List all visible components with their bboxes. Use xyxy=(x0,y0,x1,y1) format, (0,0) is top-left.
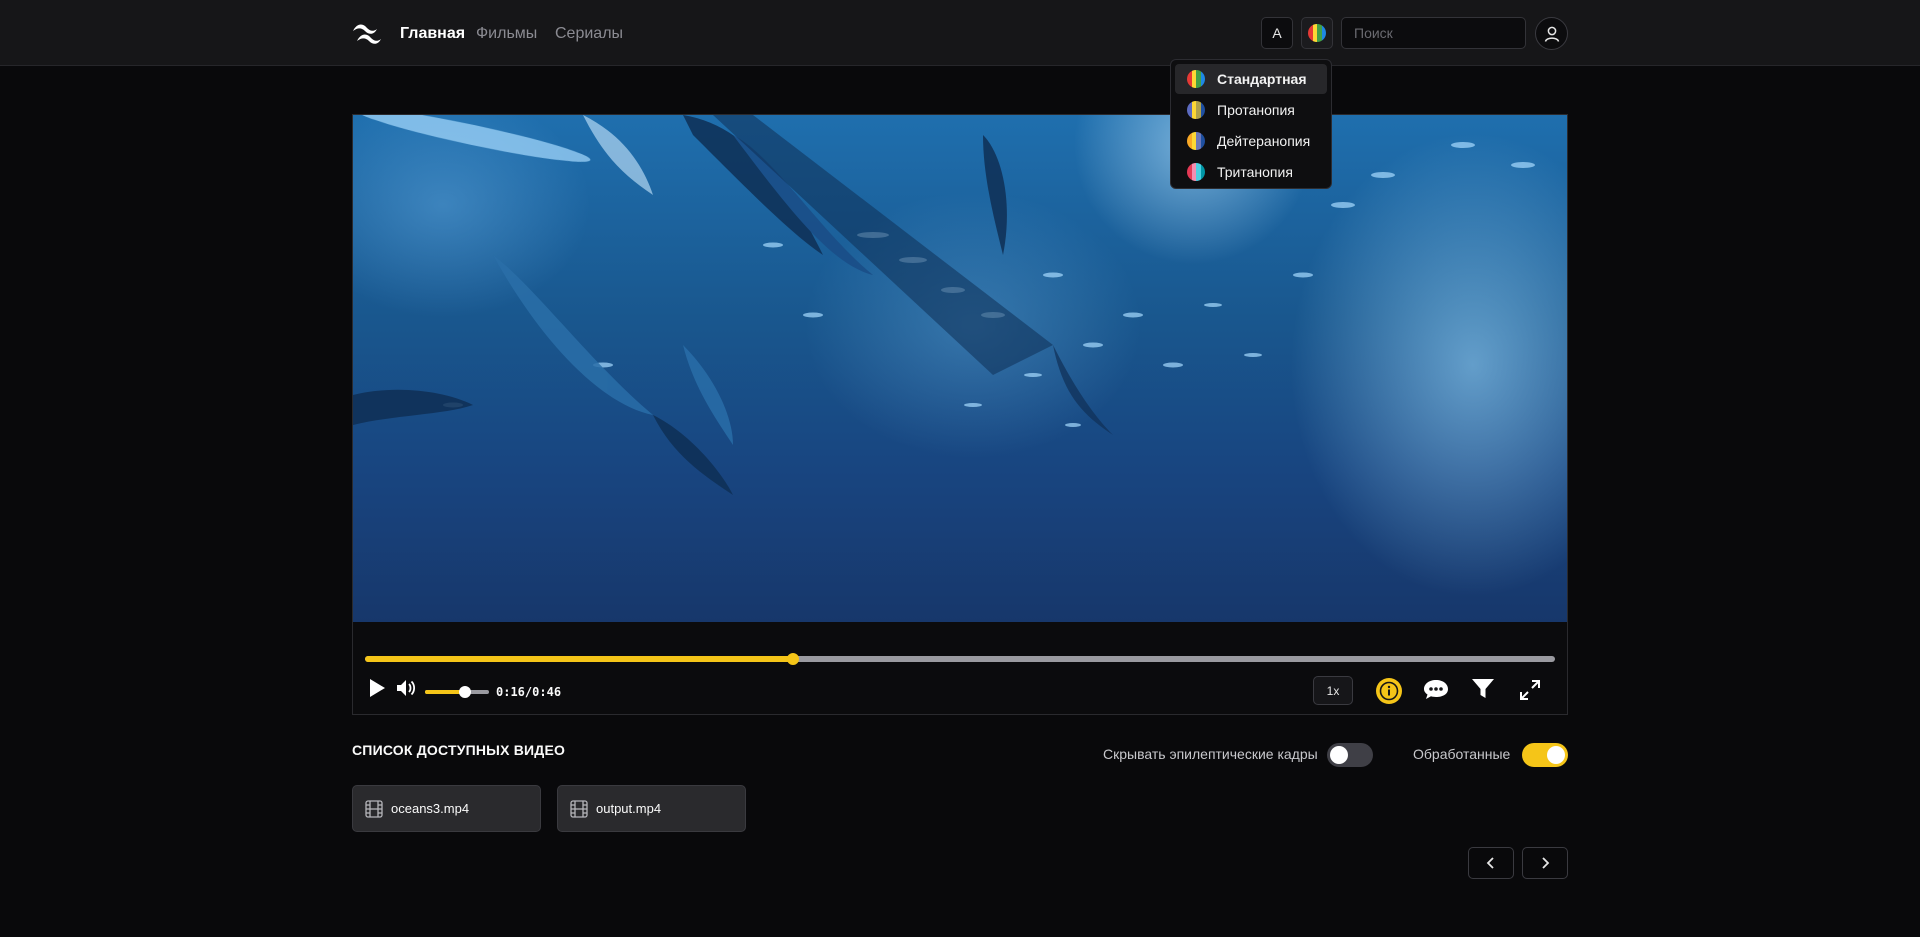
volume-icon[interactable] xyxy=(395,678,417,698)
volume-slider[interactable] xyxy=(425,686,489,698)
menu-item-label: Протанопия xyxy=(1217,102,1295,118)
info-icon[interactable] xyxy=(1375,677,1403,705)
swatch-tritanopia-icon xyxy=(1187,163,1205,181)
swatch-standard-icon xyxy=(1187,70,1205,88)
duration: 0:46 xyxy=(532,685,562,699)
playback-speed-button[interactable]: 1x xyxy=(1313,676,1353,705)
progress-thumb[interactable] xyxy=(787,653,800,665)
color-mode-button[interactable] xyxy=(1301,17,1333,49)
color-mode-standard[interactable]: Стандартная xyxy=(1175,64,1327,94)
video-item-oceans3[interactable]: oceans3.mp4 xyxy=(352,785,541,832)
video-list-title: СПИСОК ДОСТУПНЫХ ВИДЕО xyxy=(352,742,566,758)
play-icon[interactable] xyxy=(365,676,389,700)
processed-label: Обработанные xyxy=(1413,746,1511,762)
next-page-button[interactable] xyxy=(1522,847,1568,879)
film-icon xyxy=(365,799,383,818)
nav-series[interactable]: Сериалы xyxy=(555,24,623,44)
color-mode-deuteranopia[interactable]: Дейтеранопия xyxy=(1175,126,1327,156)
progress-fill xyxy=(365,656,794,662)
current-time: 0:16 xyxy=(496,685,525,699)
video-player: 0:16/0:46 1x xyxy=(352,114,1568,715)
video-item-name: output.mp4 xyxy=(596,801,662,816)
color-palette-icon xyxy=(1308,24,1326,42)
video-item-output[interactable]: output.mp4 xyxy=(557,785,746,832)
font-toggle-button[interactable]: A xyxy=(1261,17,1293,49)
user-icon xyxy=(1544,26,1559,42)
volume-thumb[interactable] xyxy=(458,686,471,698)
menu-item-label: Стандартная xyxy=(1217,71,1307,87)
top-navbar: Главная Фильмы Сериалы A xyxy=(0,0,1920,66)
hide-epileptic-toggle[interactable] xyxy=(1327,743,1373,767)
menu-item-label: Дейтеранопия xyxy=(1217,133,1311,149)
subtitles-icon[interactable] xyxy=(1423,678,1449,702)
menu-item-label: Тританопия xyxy=(1217,164,1293,180)
progress-bar[interactable] xyxy=(365,653,1555,665)
swatch-protanopia-icon xyxy=(1187,101,1205,119)
swatch-deuteranopia-icon xyxy=(1187,132,1205,150)
toggle-knob xyxy=(1547,746,1565,764)
chevron-left-icon xyxy=(1486,857,1494,869)
color-mode-protanopia[interactable]: Протанопия xyxy=(1175,95,1327,125)
ocean-scene-image xyxy=(353,115,1535,495)
search-input[interactable] xyxy=(1341,17,1526,49)
user-profile-button[interactable] xyxy=(1535,17,1568,50)
chevron-right-icon xyxy=(1542,857,1550,869)
hide-epileptic-label: Скрывать эпилептические кадры xyxy=(1103,746,1318,762)
nav-home[interactable]: Главная xyxy=(400,24,465,44)
filter-icon[interactable] xyxy=(1471,678,1495,700)
video-frame-image[interactable] xyxy=(353,115,1567,622)
processed-toggle[interactable] xyxy=(1522,743,1568,767)
nav-movies[interactable]: Фильмы xyxy=(476,24,537,44)
time-display: 0:16/0:46 xyxy=(496,685,561,699)
toggle-knob xyxy=(1330,746,1348,764)
color-mode-menu: Стандартная Протанопия Дейтеранопия Трит… xyxy=(1170,59,1332,189)
film-icon xyxy=(570,799,588,818)
color-mode-tritanopia[interactable]: Тританопия xyxy=(1175,157,1327,187)
fullscreen-icon[interactable] xyxy=(1518,678,1542,702)
logo-icon[interactable] xyxy=(351,20,383,46)
prev-page-button[interactable] xyxy=(1468,847,1514,879)
video-item-name: oceans3.mp4 xyxy=(391,801,470,816)
